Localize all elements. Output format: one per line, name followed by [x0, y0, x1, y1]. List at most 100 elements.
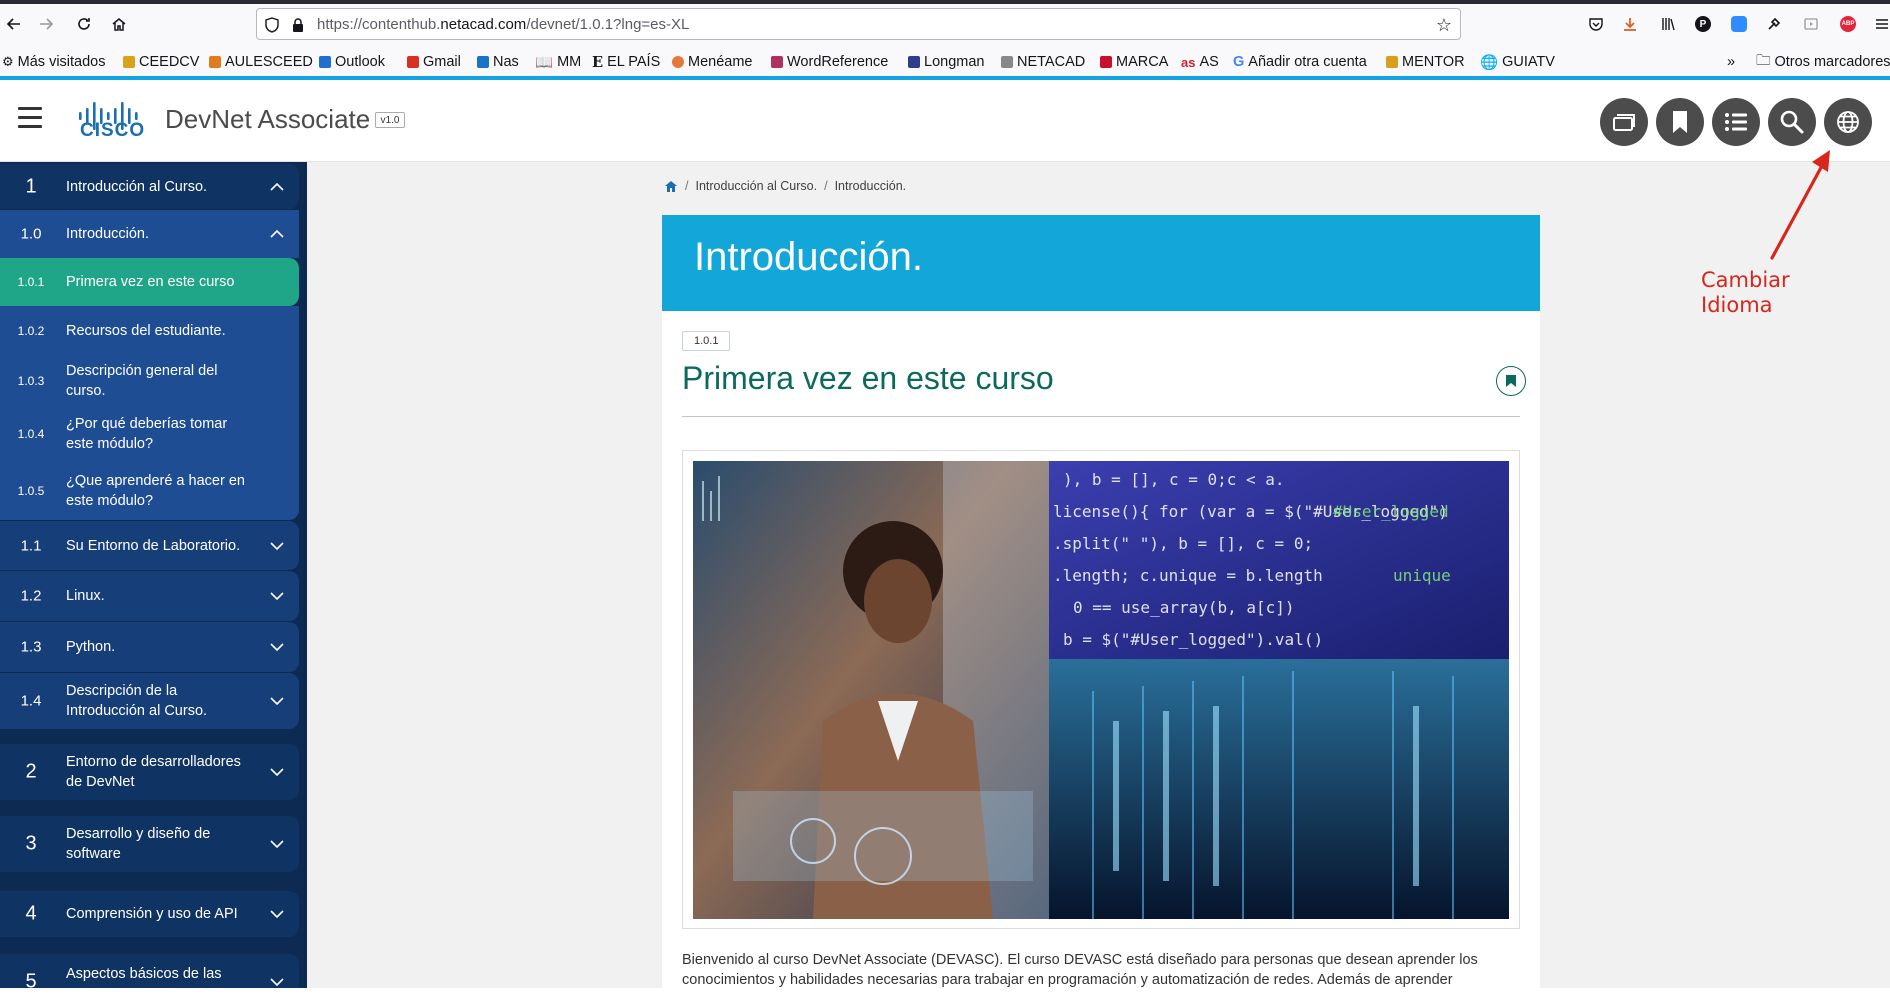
bookmark-mm[interactable]: 📖MM: [535, 51, 581, 73]
sidebar-section-1-1[interactable]: 1.1 Su Entorno de Laboratorio.: [0, 521, 299, 570]
bookmark-anadir-cuenta[interactable]: GAñadir otra cuenta: [1233, 51, 1367, 73]
home-button[interactable]: [107, 12, 131, 36]
sidebar-item-number: 1.0.1: [0, 275, 62, 289]
elpais-favicon-icon: E: [592, 54, 603, 71]
other-bookmarks-folder[interactable]: 🗀Otros marcadores: [1756, 51, 1890, 73]
chevron-down-icon[interactable]: [269, 642, 285, 652]
adblock-icon[interactable]: ABP: [1838, 14, 1858, 34]
chevron-down-icon[interactable]: [269, 977, 285, 987]
sidebar-item-label: ¿Por qué deberías tomar este módulo?: [66, 414, 253, 454]
bookmark-label: AS: [1199, 54, 1218, 70]
bookmark-ceedcv[interactable]: CEEDCV: [123, 51, 199, 73]
sidebar-section-1-2[interactable]: 1.2 Linux.: [0, 571, 299, 621]
change-language-button[interactable]: [1824, 98, 1872, 146]
sidebar-section-1-0[interactable]: 1.0 Introducción.: [0, 210, 299, 258]
chevron-up-icon[interactable]: [269, 229, 285, 239]
sidebar-item-number: 1.0.2: [0, 324, 62, 338]
address-bar[interactable]: https://contenthub.netacad.com/devnet/1.…: [256, 8, 1461, 40]
bookmark-aulesceed[interactable]: AULESCEED: [209, 51, 313, 73]
media-extension-icon[interactable]: [1801, 14, 1821, 34]
breadcrumb-link-module[interactable]: Introducción al Curso.: [695, 179, 817, 193]
home-icon[interactable]: [664, 180, 678, 193]
library-icon[interactable]: [1658, 14, 1678, 34]
annotation-label: Cambiar Idioma: [1701, 268, 1790, 318]
sidebar-module-1[interactable]: 1 Introducción al Curso.: [0, 164, 299, 209]
sidebar-section-1-3[interactable]: 1.3 Python.: [0, 622, 299, 672]
lock-icon[interactable]: [289, 16, 307, 34]
table-of-contents-button[interactable]: [1712, 98, 1760, 146]
bookmark-meneame[interactable]: Menéame: [672, 51, 752, 73]
bookmark-label: WordReference: [787, 54, 888, 70]
bookmark-label: Más visitados: [18, 54, 106, 70]
chevron-down-icon[interactable]: [269, 839, 285, 849]
globe-icon: [1835, 109, 1861, 135]
search-button[interactable]: [1768, 98, 1816, 146]
bookmark-guiatv[interactable]: 🌐GUIATV: [1480, 51, 1555, 73]
sidebar-topic-1-0-1-active[interactable]: 1.0.1 Primera vez en este curso: [0, 258, 299, 306]
sidebar-item-label: Descripción general del curso.: [66, 361, 253, 401]
bookmark-marca[interactable]: MARCA: [1100, 51, 1168, 73]
sidebar-module-3[interactable]: 3 Desarrollo y diseño de software: [0, 816, 299, 872]
bookmark-icon: [1505, 374, 1517, 388]
bookmarks-overflow-chevron-icon[interactable]: »: [1727, 51, 1735, 73]
sidebar-topic-1-0-4[interactable]: 1.0.4 ¿Por qué deberías tomar este módul…: [0, 406, 299, 462]
svg-text:#User_logged: #User_logged: [1333, 502, 1449, 521]
bookmark-netacad[interactable]: NETACAD: [1001, 51, 1085, 73]
bookmark-mas-visitados[interactable]: ⚙Más visitados: [2, 51, 106, 73]
sidebar-topic-1-0-5[interactable]: 1.0.5 ¿Que aprenderé a hacer en este mód…: [0, 462, 299, 520]
bookmarks-button[interactable]: [1656, 98, 1704, 146]
chevron-down-icon[interactable]: [269, 909, 285, 919]
sidebar-topic-1-0-3[interactable]: 1.0.3 Descripción general del curso.: [0, 356, 299, 406]
zoom-extension-icon[interactable]: [1729, 14, 1749, 34]
bookmark-wordreference[interactable]: WordReference: [771, 51, 888, 73]
sidebar-item-number: 1.0: [0, 226, 62, 243]
chevron-down-icon[interactable]: [269, 696, 285, 706]
bookmark-mentor[interactable]: MENTOR: [1386, 51, 1465, 73]
bookmark-label: Longman: [924, 54, 984, 70]
back-button[interactable]: [2, 12, 26, 36]
bookmark-longman[interactable]: Longman: [908, 51, 984, 73]
bookmark-gmail[interactable]: Gmail: [407, 51, 461, 73]
bookmark-as[interactable]: as AS: [1181, 51, 1219, 73]
nas-favicon-icon: [477, 56, 489, 68]
sidebar-item-label: Recursos del estudiante.: [66, 321, 253, 341]
resources-button[interactable]: [1600, 98, 1648, 146]
bookmark-nas[interactable]: Nas: [477, 51, 519, 73]
reload-button[interactable]: [72, 12, 96, 36]
chevron-down-icon[interactable]: [269, 767, 285, 777]
bookmark-elpais[interactable]: EEL PAÍS: [592, 51, 660, 73]
downloads-icon[interactable]: [1620, 14, 1640, 34]
sidebar-module-2[interactable]: 2 Entorno de desarrolladores de DevNet: [0, 744, 299, 800]
topic-bookmark-button[interactable]: [1496, 366, 1526, 396]
breadcrumb-current[interactable]: Introducción.: [835, 179, 907, 193]
bookmark-outlook[interactable]: Outlook: [319, 51, 385, 73]
chevron-up-icon[interactable]: [269, 182, 285, 192]
sidebar-item-number: 4: [0, 903, 62, 926]
app-menu-icon[interactable]: [1872, 14, 1890, 34]
chevron-down-icon[interactable]: [269, 541, 285, 551]
extension-tool-icon[interactable]: [1764, 14, 1784, 34]
aulesceed-favicon-icon: [209, 56, 221, 68]
pocket-icon[interactable]: [1586, 14, 1606, 34]
breadcrumb-separator: /: [824, 179, 827, 193]
meneame-favicon-icon: [672, 56, 684, 68]
svg-text:b = $("#User_logged").val(): b = $("#User_logged").val(): [1063, 630, 1323, 649]
bookmark-star-icon[interactable]: ☆: [1436, 15, 1452, 36]
extension-p-icon[interactable]: P: [1693, 14, 1713, 34]
forward-arrow-icon: [38, 16, 54, 32]
sidebar-item-number: 1.0.3: [0, 374, 62, 388]
sidebar-topic-1-0-2[interactable]: 1.0.2 Recursos del estudiante.: [0, 306, 299, 356]
sidebar-module-4[interactable]: 4 Comprensión y uso de API: [0, 891, 299, 937]
url-text[interactable]: https://contenthub.netacad.com/devnet/1.…: [317, 16, 689, 33]
intro-paragraph: Bienvenido al curso DevNet Associate (DE…: [682, 950, 1512, 990]
search-icon: [1779, 109, 1805, 135]
sidebar-module-5[interactable]: 5 Aspectos básicos de las: [0, 954, 299, 988]
chevron-down-icon[interactable]: [269, 591, 285, 601]
sidebar-item-number: 1.4: [0, 693, 62, 710]
as-favicon-icon: as: [1181, 55, 1195, 70]
forward-button[interactable]: [34, 12, 58, 36]
tracking-shield-icon[interactable]: [263, 16, 281, 34]
hamburger-menu-icon[interactable]: [18, 107, 42, 129]
sidebar-item-number: 1: [0, 175, 62, 198]
sidebar-section-1-4[interactable]: 1.4 Descripción de la Introducción al Cu…: [0, 673, 299, 729]
